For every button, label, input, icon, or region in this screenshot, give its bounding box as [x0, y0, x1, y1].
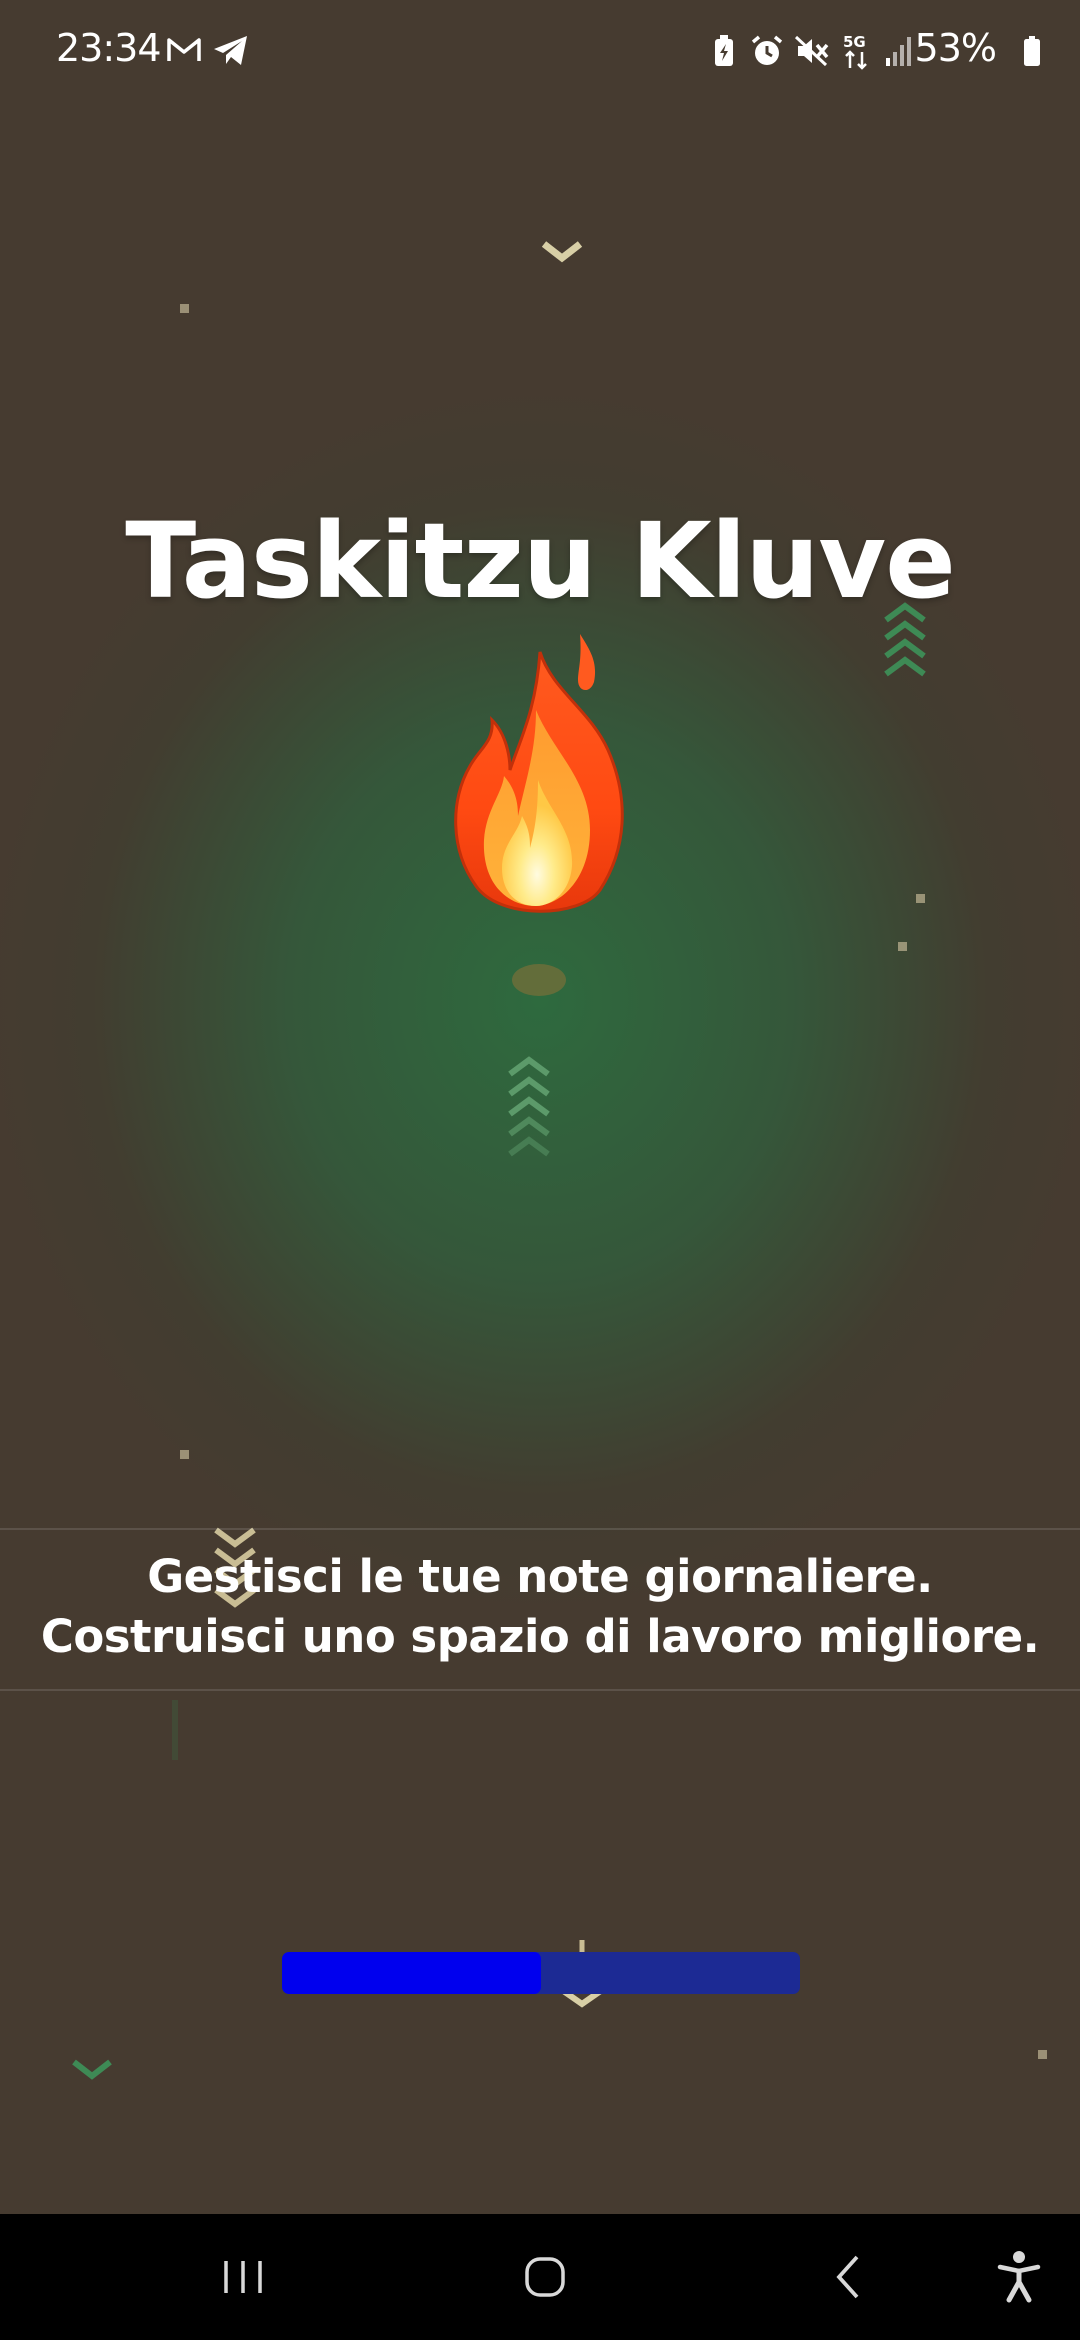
particle-trail [172, 1700, 178, 1760]
accessibility-icon [997, 2251, 1041, 2303]
particle-dot [916, 894, 925, 903]
status-time: 23:34 [56, 26, 162, 70]
5g-data-icon: 5G [843, 33, 867, 70]
loading-progress-fill [282, 1952, 541, 1994]
tagline-line-2: Costruisci uno spazio di lavoro migliore… [40, 1610, 1040, 1663]
recent-apps-icon [224, 2261, 262, 2293]
mute-icon [794, 35, 829, 67]
battery-percentage: 53% [914, 26, 997, 70]
home-icon [525, 2257, 565, 2297]
navigation-bar [0, 2214, 1080, 2340]
back-icon [836, 2255, 859, 2299]
accessibility-button[interactable] [984, 2242, 1054, 2312]
particle-chevrons-up [508, 1056, 550, 1157]
gmail-icon [167, 38, 201, 61]
home-button[interactable] [510, 2242, 580, 2312]
tagline-line-1: Gestisci le tue note giornaliere. [147, 1550, 933, 1603]
splash-screen: 23:34 5G 53% Taskitzu Kluve Gestisci le … [0, 0, 1080, 2340]
particle-dot [180, 304, 189, 313]
recent-apps-button[interactable] [208, 2242, 278, 2312]
status-bar: 23:34 5G 53% [0, 0, 1080, 100]
telegram-icon [214, 36, 247, 65]
fire-emoji [454, 634, 624, 913]
tagline-band: Gestisci le tue note giornaliere. Costru… [0, 1528, 1080, 1691]
particle-dot [1038, 2050, 1047, 2059]
app-title: Taskitzu Kluve [125, 500, 956, 622]
particle-chevron [541, 241, 583, 263]
particle-dot [180, 1450, 189, 1459]
particle-dot [898, 942, 907, 951]
fire-shadow [512, 964, 566, 996]
loading-progress-bar [282, 1952, 800, 1994]
svg-text:5G: 5G [843, 33, 866, 51]
battery-icon [1024, 36, 1040, 66]
battery-saver-icon [715, 35, 733, 66]
signal-icon [886, 37, 911, 66]
alarm-icon [751, 35, 783, 65]
back-button[interactable] [814, 2242, 884, 2312]
particle-chevron [72, 2059, 112, 2080]
